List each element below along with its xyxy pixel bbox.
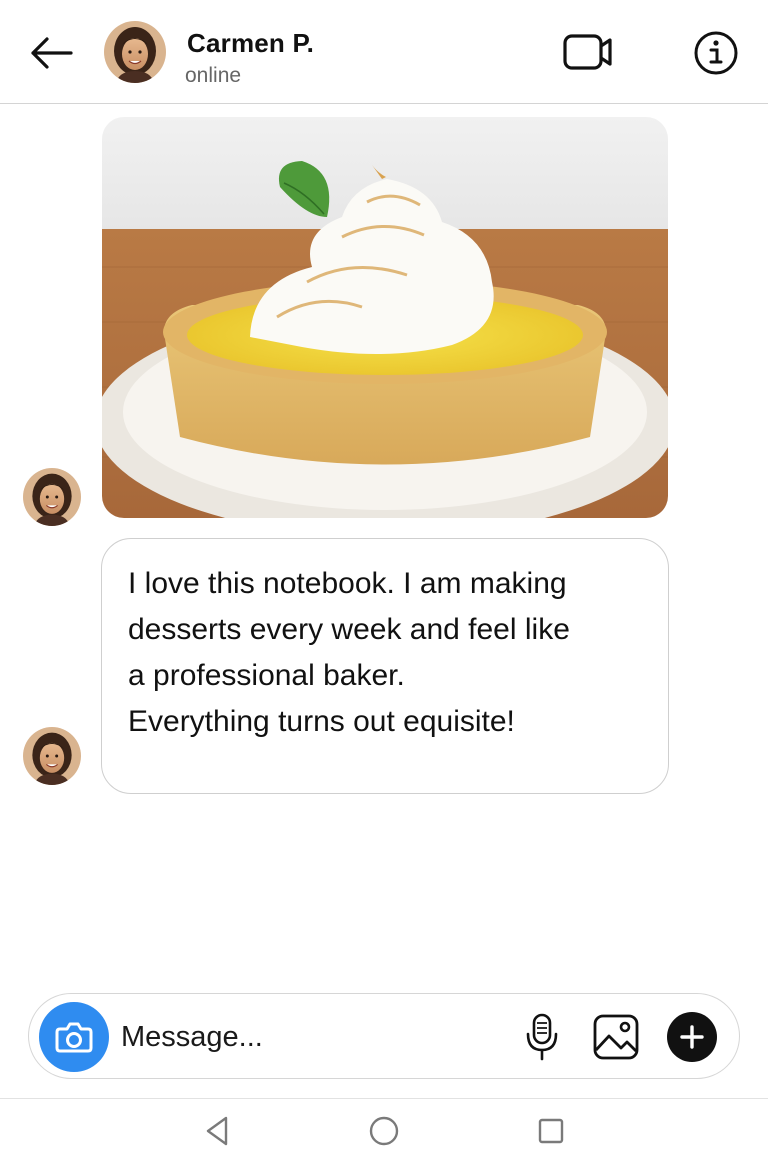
contact-avatar[interactable] xyxy=(104,21,166,83)
contact-name[interactable]: Carmen P. xyxy=(187,28,314,59)
message-input[interactable] xyxy=(121,1014,501,1060)
video-camera-icon xyxy=(563,34,612,70)
plus-icon xyxy=(680,1025,704,1049)
sender-avatar[interactable] xyxy=(23,727,81,785)
message-line: Everything turns out equisite! xyxy=(128,705,515,738)
arrow-left-icon xyxy=(31,37,73,69)
video-call-button[interactable] xyxy=(560,30,618,74)
image-message[interactable] xyxy=(102,117,668,518)
back-triangle-icon xyxy=(206,1116,228,1146)
system-home-button[interactable] xyxy=(364,1112,404,1150)
microphone-icon xyxy=(526,1013,558,1061)
contact-status: online xyxy=(185,64,242,87)
contact-avatar-image xyxy=(104,21,166,83)
sender-avatar-image xyxy=(23,727,81,785)
chat-header: Carmen P. online xyxy=(0,0,768,104)
camera-icon xyxy=(55,1022,93,1053)
camera-button[interactable] xyxy=(39,1002,109,1072)
system-back-button[interactable] xyxy=(197,1112,237,1150)
system-recents-button[interactable] xyxy=(531,1112,571,1150)
text-message[interactable]: I love this notebook. I am making desser… xyxy=(101,538,669,794)
sender-avatar-image xyxy=(23,468,81,526)
back-button[interactable] xyxy=(26,30,76,76)
recents-square-icon xyxy=(538,1118,564,1144)
message-line: a professional baker. xyxy=(128,659,405,692)
home-circle-icon xyxy=(369,1116,399,1146)
sender-avatar[interactable] xyxy=(23,468,81,526)
image-icon xyxy=(593,1014,639,1060)
message-line: desserts every week and feel like xyxy=(128,613,570,646)
message-line: I love this notebook. I am making xyxy=(128,567,567,600)
more-options-button[interactable] xyxy=(667,1012,717,1062)
nav-divider xyxy=(0,1098,768,1099)
gallery-button[interactable] xyxy=(591,1012,641,1062)
voice-message-button[interactable] xyxy=(523,1012,561,1062)
info-button[interactable] xyxy=(692,29,740,77)
message-composer xyxy=(28,993,740,1079)
info-icon xyxy=(694,31,738,75)
dessert-photo xyxy=(102,117,668,518)
